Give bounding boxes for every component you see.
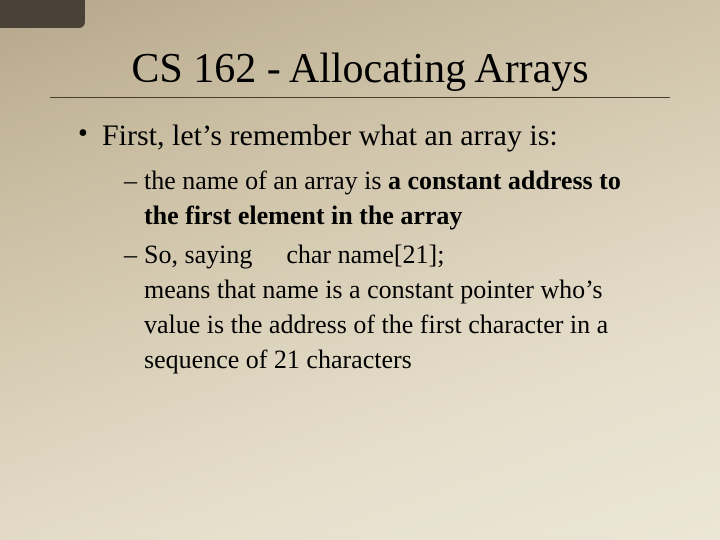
sub2-pre: So, saying bbox=[144, 240, 252, 269]
bullet-list: First, let’s remember what an array is: … bbox=[50, 116, 670, 378]
sub-list: the name of an array is a constant addre… bbox=[102, 163, 660, 378]
slide-title: CS 162 - Allocating Arrays bbox=[50, 45, 670, 93]
sub-item-2: So, saying char name[21]; means that name… bbox=[124, 237, 660, 377]
sub1-pre: the name of an array is bbox=[144, 166, 388, 195]
bullet-text: First, let’s remember what an array is: bbox=[102, 119, 558, 152]
title-underline bbox=[50, 97, 670, 98]
bullet-item: First, let’s remember what an array is: … bbox=[78, 116, 660, 378]
sub2-rest: means that name is a constant pointer wh… bbox=[144, 272, 660, 377]
sub-item-1: the name of an array is a constant addre… bbox=[124, 163, 660, 233]
slide: CS 162 - Allocating Arrays First, let’s … bbox=[0, 0, 720, 540]
sub2-code: char name[21]; bbox=[286, 240, 444, 269]
